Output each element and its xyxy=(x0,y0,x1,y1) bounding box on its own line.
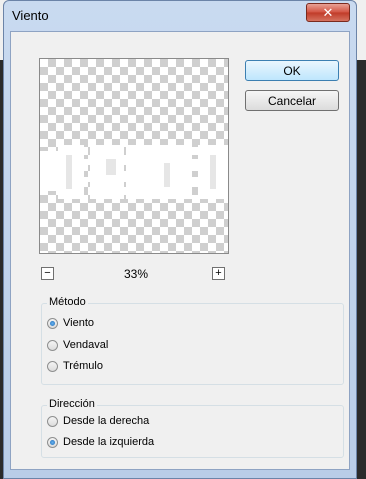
direction-option-left[interactable]: Desde la izquierda xyxy=(47,436,154,448)
method-option-viento[interactable]: Viento xyxy=(47,317,94,329)
cancel-button[interactable]: Cancelar xyxy=(245,90,339,111)
radio-label: Viento xyxy=(63,317,94,329)
direction-group: Dirección Desde la derecha Desde la izqu… xyxy=(41,398,344,458)
close-icon: ✕ xyxy=(322,4,334,20)
radio-button[interactable] xyxy=(47,436,58,448)
close-button[interactable]: ✕ xyxy=(306,3,350,22)
zoom-in-button[interactable]: + xyxy=(212,267,225,280)
method-option-vendaval[interactable]: Vendaval xyxy=(47,339,108,351)
preview-area[interactable] xyxy=(39,58,229,254)
preview-image xyxy=(40,145,228,199)
minus-icon: − xyxy=(44,267,51,279)
radio-button[interactable] xyxy=(47,360,58,372)
method-group: Método Viento Vendaval Trémulo xyxy=(41,296,344,385)
dialog-body: OK Cancelar − 33% + Método Viento Vendav… xyxy=(10,31,350,470)
method-option-tremulo[interactable]: Trémulo xyxy=(47,360,103,372)
direction-option-right[interactable]: Desde la derecha xyxy=(47,415,149,427)
zoom-level: 33% xyxy=(123,267,149,281)
radio-button[interactable] xyxy=(47,317,58,329)
direction-group-label: Dirección xyxy=(47,398,97,410)
window-title: Viento xyxy=(12,8,49,23)
method-group-label: Método xyxy=(47,296,88,308)
zoom-out-button[interactable]: − xyxy=(41,267,54,280)
wind-filter-dialog: Viento ✕ OK Cancelar − 33% + Método Vien… xyxy=(3,0,357,479)
radio-button[interactable] xyxy=(47,339,58,351)
plus-icon: + xyxy=(215,267,222,279)
radio-label: Desde la derecha xyxy=(63,415,150,427)
ok-button[interactable]: OK xyxy=(245,60,339,81)
radio-label: Desde la izquierda xyxy=(63,436,155,448)
radio-label: Trémulo xyxy=(63,360,103,372)
radio-button[interactable] xyxy=(47,415,58,427)
radio-label: Vendaval xyxy=(63,339,109,351)
title-bar[interactable]: Viento ✕ xyxy=(4,1,356,31)
